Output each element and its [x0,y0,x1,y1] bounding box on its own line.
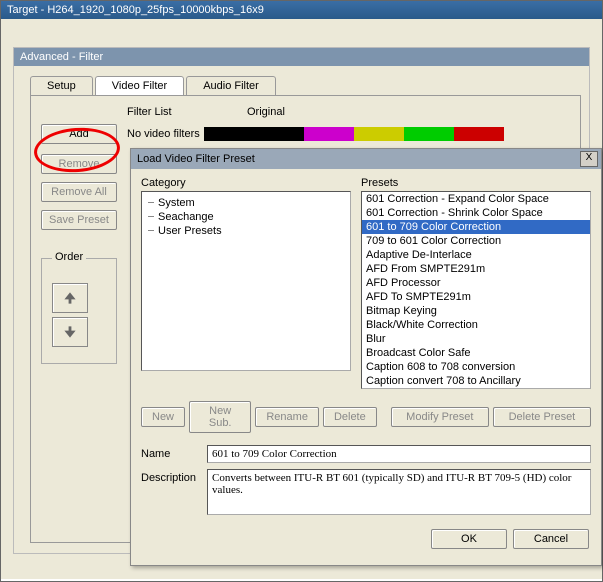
order-up-button[interactable] [52,283,88,313]
save-preset-button[interactable]: Save Preset [41,210,117,230]
load-preset-dialog: Load Video Filter Preset X Category Syst… [130,148,602,566]
presets-list[interactable]: 601 Correction - Expand Color Space601 C… [361,191,591,389]
category-item[interactable]: System [148,196,344,210]
new-button[interactable]: New [141,407,185,427]
tab-setup[interactable]: Setup [30,76,93,95]
preset-item[interactable]: Adaptive De-Interlace [362,248,590,262]
preset-item[interactable]: 709 to 601 Color Correction [362,234,590,248]
name-input[interactable] [207,445,591,463]
rename-button[interactable]: Rename [255,407,319,427]
add-button[interactable]: Add [41,124,117,144]
preset-item[interactable]: 601 to 709 Color Correction [362,220,590,234]
order-label: Order [52,251,86,263]
dialog-title: Load Video Filter Preset [137,153,255,165]
remove-all-button[interactable]: Remove All [41,182,117,202]
cancel-button[interactable]: Cancel [513,529,589,549]
description-textarea[interactable] [207,469,591,515]
order-down-button[interactable] [52,317,88,347]
delete-preset-button[interactable]: Delete Preset [493,407,591,427]
modify-preset-button[interactable]: Modify Preset [391,407,489,427]
preset-item[interactable]: Caption 608 to 708 conversion [362,360,590,374]
arrow-down-icon [63,325,77,339]
preset-item[interactable]: AFD To SMPTE291m [362,290,590,304]
preset-item[interactable]: Black/White Correction [362,318,590,332]
dialog-close-button[interactable]: X [580,151,598,167]
preset-item[interactable]: Caption convert 708 to Ancillary [362,374,590,388]
preset-item[interactable]: AFD Processor [362,276,590,290]
tab-audio-filter[interactable]: Audio Filter [186,76,276,95]
color-preview-bar [204,127,504,141]
preset-item[interactable]: AFD From SMPTE291m [362,262,590,276]
category-item[interactable]: User Presets [148,224,344,238]
presets-label: Presets [361,177,571,189]
main-title: Target - H264_1920_1080p_25fps_10000kbps… [1,1,602,19]
category-label: Category [141,177,351,189]
description-label: Description [141,469,207,484]
no-filters-text: No video filters [127,128,200,140]
category-item[interactable]: Seachange [148,210,344,224]
new-sub-button[interactable]: New Sub. [189,401,251,433]
preset-item[interactable]: Broadcast Color Safe [362,346,590,360]
tab-video-filter[interactable]: Video Filter [95,76,184,95]
preset-item[interactable]: Blur [362,332,590,346]
adv-title: Advanced - Filter [14,48,589,66]
preset-item[interactable]: 601 Correction - Expand Color Space [362,192,590,206]
preset-item[interactable]: 601 Correction - Shrink Color Space [362,206,590,220]
original-label: Original [247,106,285,118]
preset-item[interactable]: Bitmap Keying [362,304,590,318]
category-tree[interactable]: SystemSeachangeUser Presets [141,191,351,371]
delete-button[interactable]: Delete [323,407,377,427]
remove-button[interactable]: Remove [41,154,117,174]
filter-list-label: Filter List [127,106,197,118]
arrow-up-icon [63,291,77,305]
name-label: Name [141,445,207,460]
ok-button[interactable]: OK [431,529,507,549]
